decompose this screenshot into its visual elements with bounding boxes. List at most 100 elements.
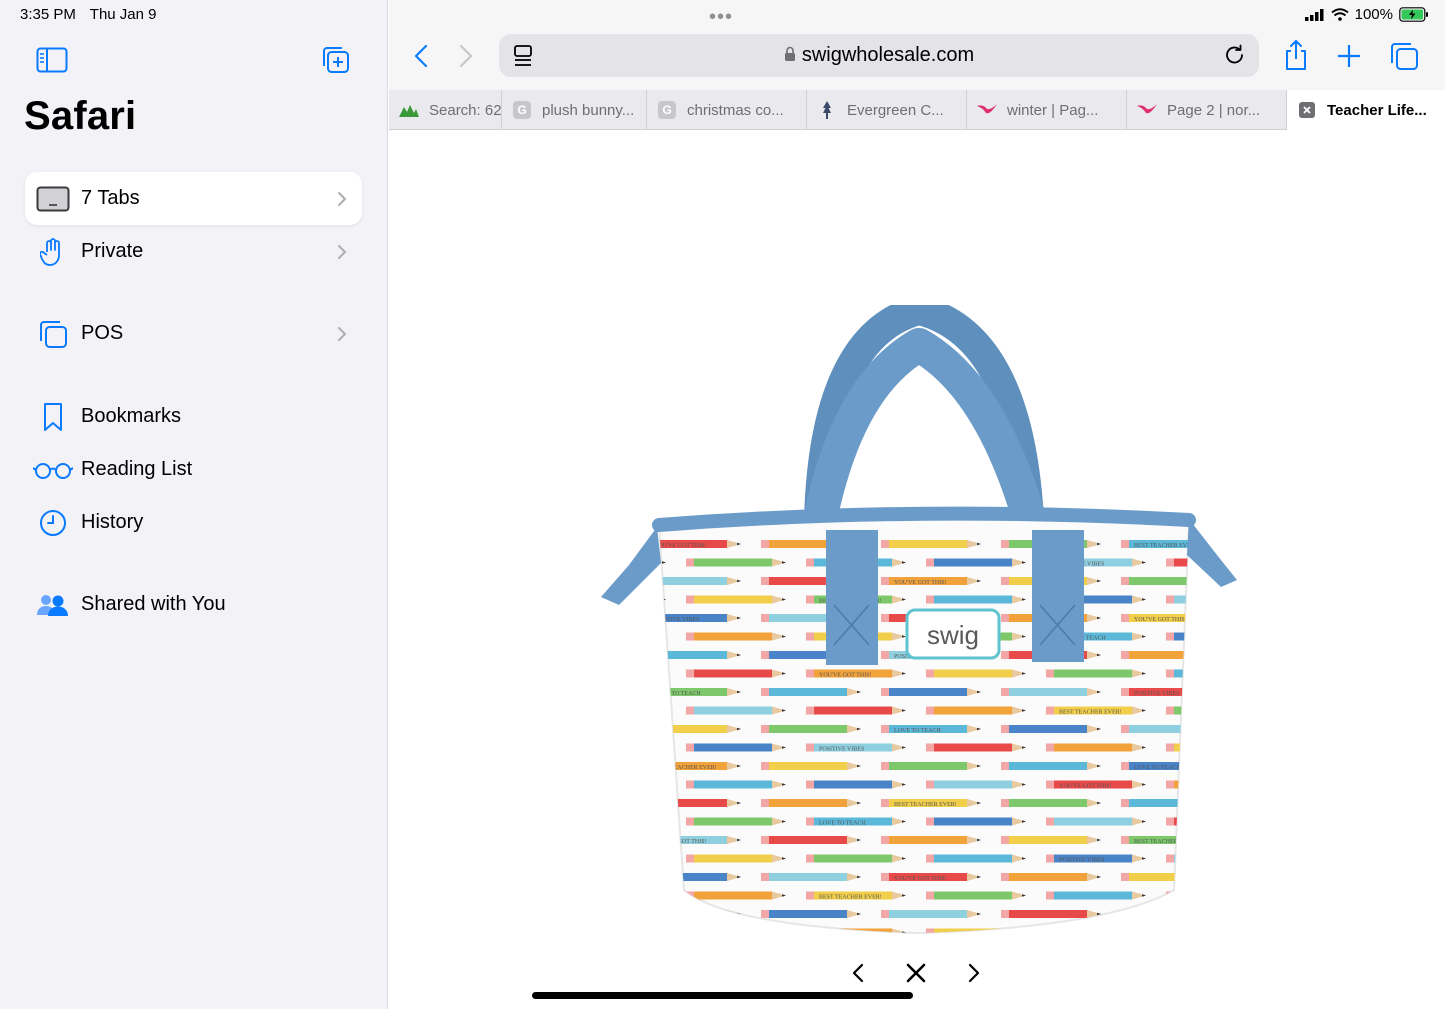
sidebar-item-shared-with-you[interactable]: Shared with You xyxy=(25,578,362,631)
tab-item-active[interactable]: Teacher Life... xyxy=(1287,90,1445,130)
svg-text:LOVE TO TEACH: LOVE TO TEACH xyxy=(589,858,626,864)
browser-main: ••• 100% swigwholesale.com Search: 62 G … xyxy=(389,0,1445,1009)
chevron-right-icon xyxy=(322,244,362,260)
swig-logo: swig xyxy=(927,620,979,650)
status-time: 3:35 PM xyxy=(20,6,76,23)
svg-text:BEST TEACHER EVER!: BEST TEACHER EVER! xyxy=(1134,543,1197,549)
svg-text:BEST TEACHER EVER!: BEST TEACHER EVER! xyxy=(1134,839,1197,845)
sidebar-item-label: Shared with You xyxy=(81,593,226,615)
g-favicon-icon: G xyxy=(657,100,677,120)
svg-text:LOVE TO TEACH: LOVE TO TEACH xyxy=(894,728,941,734)
svg-text:YOU'VE GOT THIS!: YOU'VE GOT THIS! xyxy=(894,876,947,882)
new-tab-button[interactable] xyxy=(1331,38,1367,74)
svg-text:YOU'VE GOT THIS!: YOU'VE GOT THIS! xyxy=(819,673,872,679)
sidebar-toggle-icon[interactable] xyxy=(34,42,70,78)
bird-favicon-icon xyxy=(1137,100,1157,120)
url-label: swigwholesale.com xyxy=(801,44,975,66)
product-image[interactable]: YOU'VE GOT THIS! BEST TEACHER EVER! LOVE T… xyxy=(589,295,1239,945)
sidebar-item-tabs[interactable]: 7 Tabs xyxy=(25,172,362,225)
tab-item[interactable]: Evergreen C... xyxy=(807,90,967,130)
chevron-right-icon xyxy=(459,44,473,68)
browser-toolbar: ••• 100% swigwholesale.com xyxy=(389,0,1445,90)
tab-title: Page 2 | nor... xyxy=(1167,101,1261,119)
address-bar[interactable]: swigwholesale.com xyxy=(499,34,1259,77)
sidebar-item-private[interactable]: Private xyxy=(25,225,362,278)
safari-sidebar: 3:35 PM Thu Jan 9 Safari 7 Tabs Private xyxy=(0,0,388,1009)
bookmark-icon xyxy=(25,402,81,432)
g-favicon-icon: G xyxy=(512,100,532,120)
svg-text:LOVE TO TEACH: LOVE TO TEACH xyxy=(589,562,626,568)
share-button[interactable] xyxy=(1278,37,1314,73)
tab-item[interactable]: G christmas co... xyxy=(647,90,807,130)
tree-favicon-icon xyxy=(817,100,837,120)
svg-text:YOU'VE GOT THIS!: YOU'VE GOT THIS! xyxy=(894,580,947,586)
close-tab-icon[interactable] xyxy=(1297,100,1317,120)
tab-title: christmas co... xyxy=(687,101,784,119)
svg-text:BEST TEACHER EVER!: BEST TEACHER EVER! xyxy=(819,895,882,901)
gallery-prev-button[interactable] xyxy=(843,958,873,988)
tab-title: plush bunny... xyxy=(542,101,635,119)
tab-item[interactable]: winter | Pag... xyxy=(967,90,1127,130)
sidebar-item-label: Reading List xyxy=(81,458,193,480)
sidebar-item-label: Bookmarks xyxy=(81,405,182,427)
tab-item[interactable]: G plush bunny... xyxy=(502,90,647,130)
svg-text:YOU'VE GOT THIS!: YOU'VE GOT THIS! xyxy=(1134,913,1187,919)
sidebar-item-label: 7 Tabs xyxy=(81,187,140,209)
gallery-close-button[interactable] xyxy=(901,958,931,988)
home-indicator[interactable] xyxy=(532,992,913,999)
tab-title: Evergreen C... xyxy=(847,101,944,119)
bird-favicon-icon xyxy=(977,100,997,120)
svg-text:BEST TEACHER EVER!: BEST TEACHER EVER! xyxy=(589,932,642,938)
mountains-favicon-icon xyxy=(399,100,419,120)
tabs-overview-icon xyxy=(1391,43,1418,70)
svg-text:BEST TEACHER EVER!: BEST TEACHER EVER! xyxy=(1059,710,1122,716)
svg-text:BEST TEACHER EVER!: BEST TEACHER EVER! xyxy=(589,636,642,642)
tab-group-icon xyxy=(25,319,81,349)
tab-title: Teacher Life... xyxy=(1327,101,1427,119)
share-icon xyxy=(1286,40,1306,70)
reload-icon[interactable] xyxy=(1224,44,1246,71)
battery-percent: 100% xyxy=(1354,6,1393,23)
sidebar-item-label: Private xyxy=(81,240,144,262)
sidebar-item-label: POS xyxy=(81,322,124,344)
lock-icon xyxy=(784,46,795,61)
svg-text:YOU'VE GOT THIS!: YOU'VE GOT THIS! xyxy=(654,543,707,549)
tab-strip: Search: 62 G plush bunny... G christmas … xyxy=(389,90,1445,130)
status-date: Thu Jan 9 xyxy=(89,6,157,23)
sidebar-title: Safari xyxy=(24,94,137,138)
svg-text:LOVE TO TEACH: LOVE TO TEACH xyxy=(654,691,701,697)
url-text: swigwholesale.com xyxy=(499,44,1259,67)
status-clock: 3:35 PM Thu Jan 9 xyxy=(20,6,167,23)
svg-text:POSITIVE VIBES: POSITIVE VIBES xyxy=(1134,691,1179,697)
svg-text:POSITIVE VIBES: POSITIVE VIBES xyxy=(589,784,624,790)
tab-item[interactable]: Page 2 | nor... xyxy=(1127,90,1287,130)
chevron-right-icon xyxy=(322,326,362,342)
tabs-device-icon xyxy=(25,186,81,212)
clock-icon xyxy=(25,509,81,537)
close-icon xyxy=(906,963,926,983)
tab-overview-button[interactable] xyxy=(1386,38,1422,74)
sidebar-item-pos[interactable]: POS xyxy=(25,307,362,360)
sidebar-item-bookmarks[interactable]: Bookmarks xyxy=(25,390,362,443)
ipad-screen: 3:35 PM Thu Jan 9 Safari 7 Tabs Private xyxy=(0,0,1445,1009)
hand-icon xyxy=(25,237,81,267)
gallery-next-button[interactable] xyxy=(959,958,989,988)
plus-icon xyxy=(1338,45,1360,67)
chevron-left-icon xyxy=(852,963,864,983)
svg-text:LOVE TO TEACH: LOVE TO TEACH xyxy=(1059,932,1106,938)
sidebar-item-history[interactable]: History xyxy=(25,496,362,549)
sidebar-item-reading-list[interactable]: Reading List xyxy=(25,443,362,496)
chevron-left-icon xyxy=(414,44,428,68)
chevron-right-icon xyxy=(968,963,980,983)
new-tab-group-icon[interactable] xyxy=(318,42,354,78)
multitasking-dots-icon[interactable]: ••• xyxy=(709,6,733,29)
tab-title: winter | Pag... xyxy=(1007,101,1099,119)
svg-text:YOU'VE GOT THIS!: YOU'VE GOT THIS! xyxy=(589,710,632,716)
battery-charging-icon xyxy=(1399,7,1428,22)
tab-title: Search: 62 xyxy=(429,101,502,119)
tab-item[interactable]: Search: 62 xyxy=(389,90,502,130)
chevron-right-icon xyxy=(322,191,362,207)
status-right: 100% xyxy=(1304,6,1429,23)
back-button[interactable] xyxy=(403,38,439,74)
forward-button[interactable] xyxy=(448,38,484,74)
